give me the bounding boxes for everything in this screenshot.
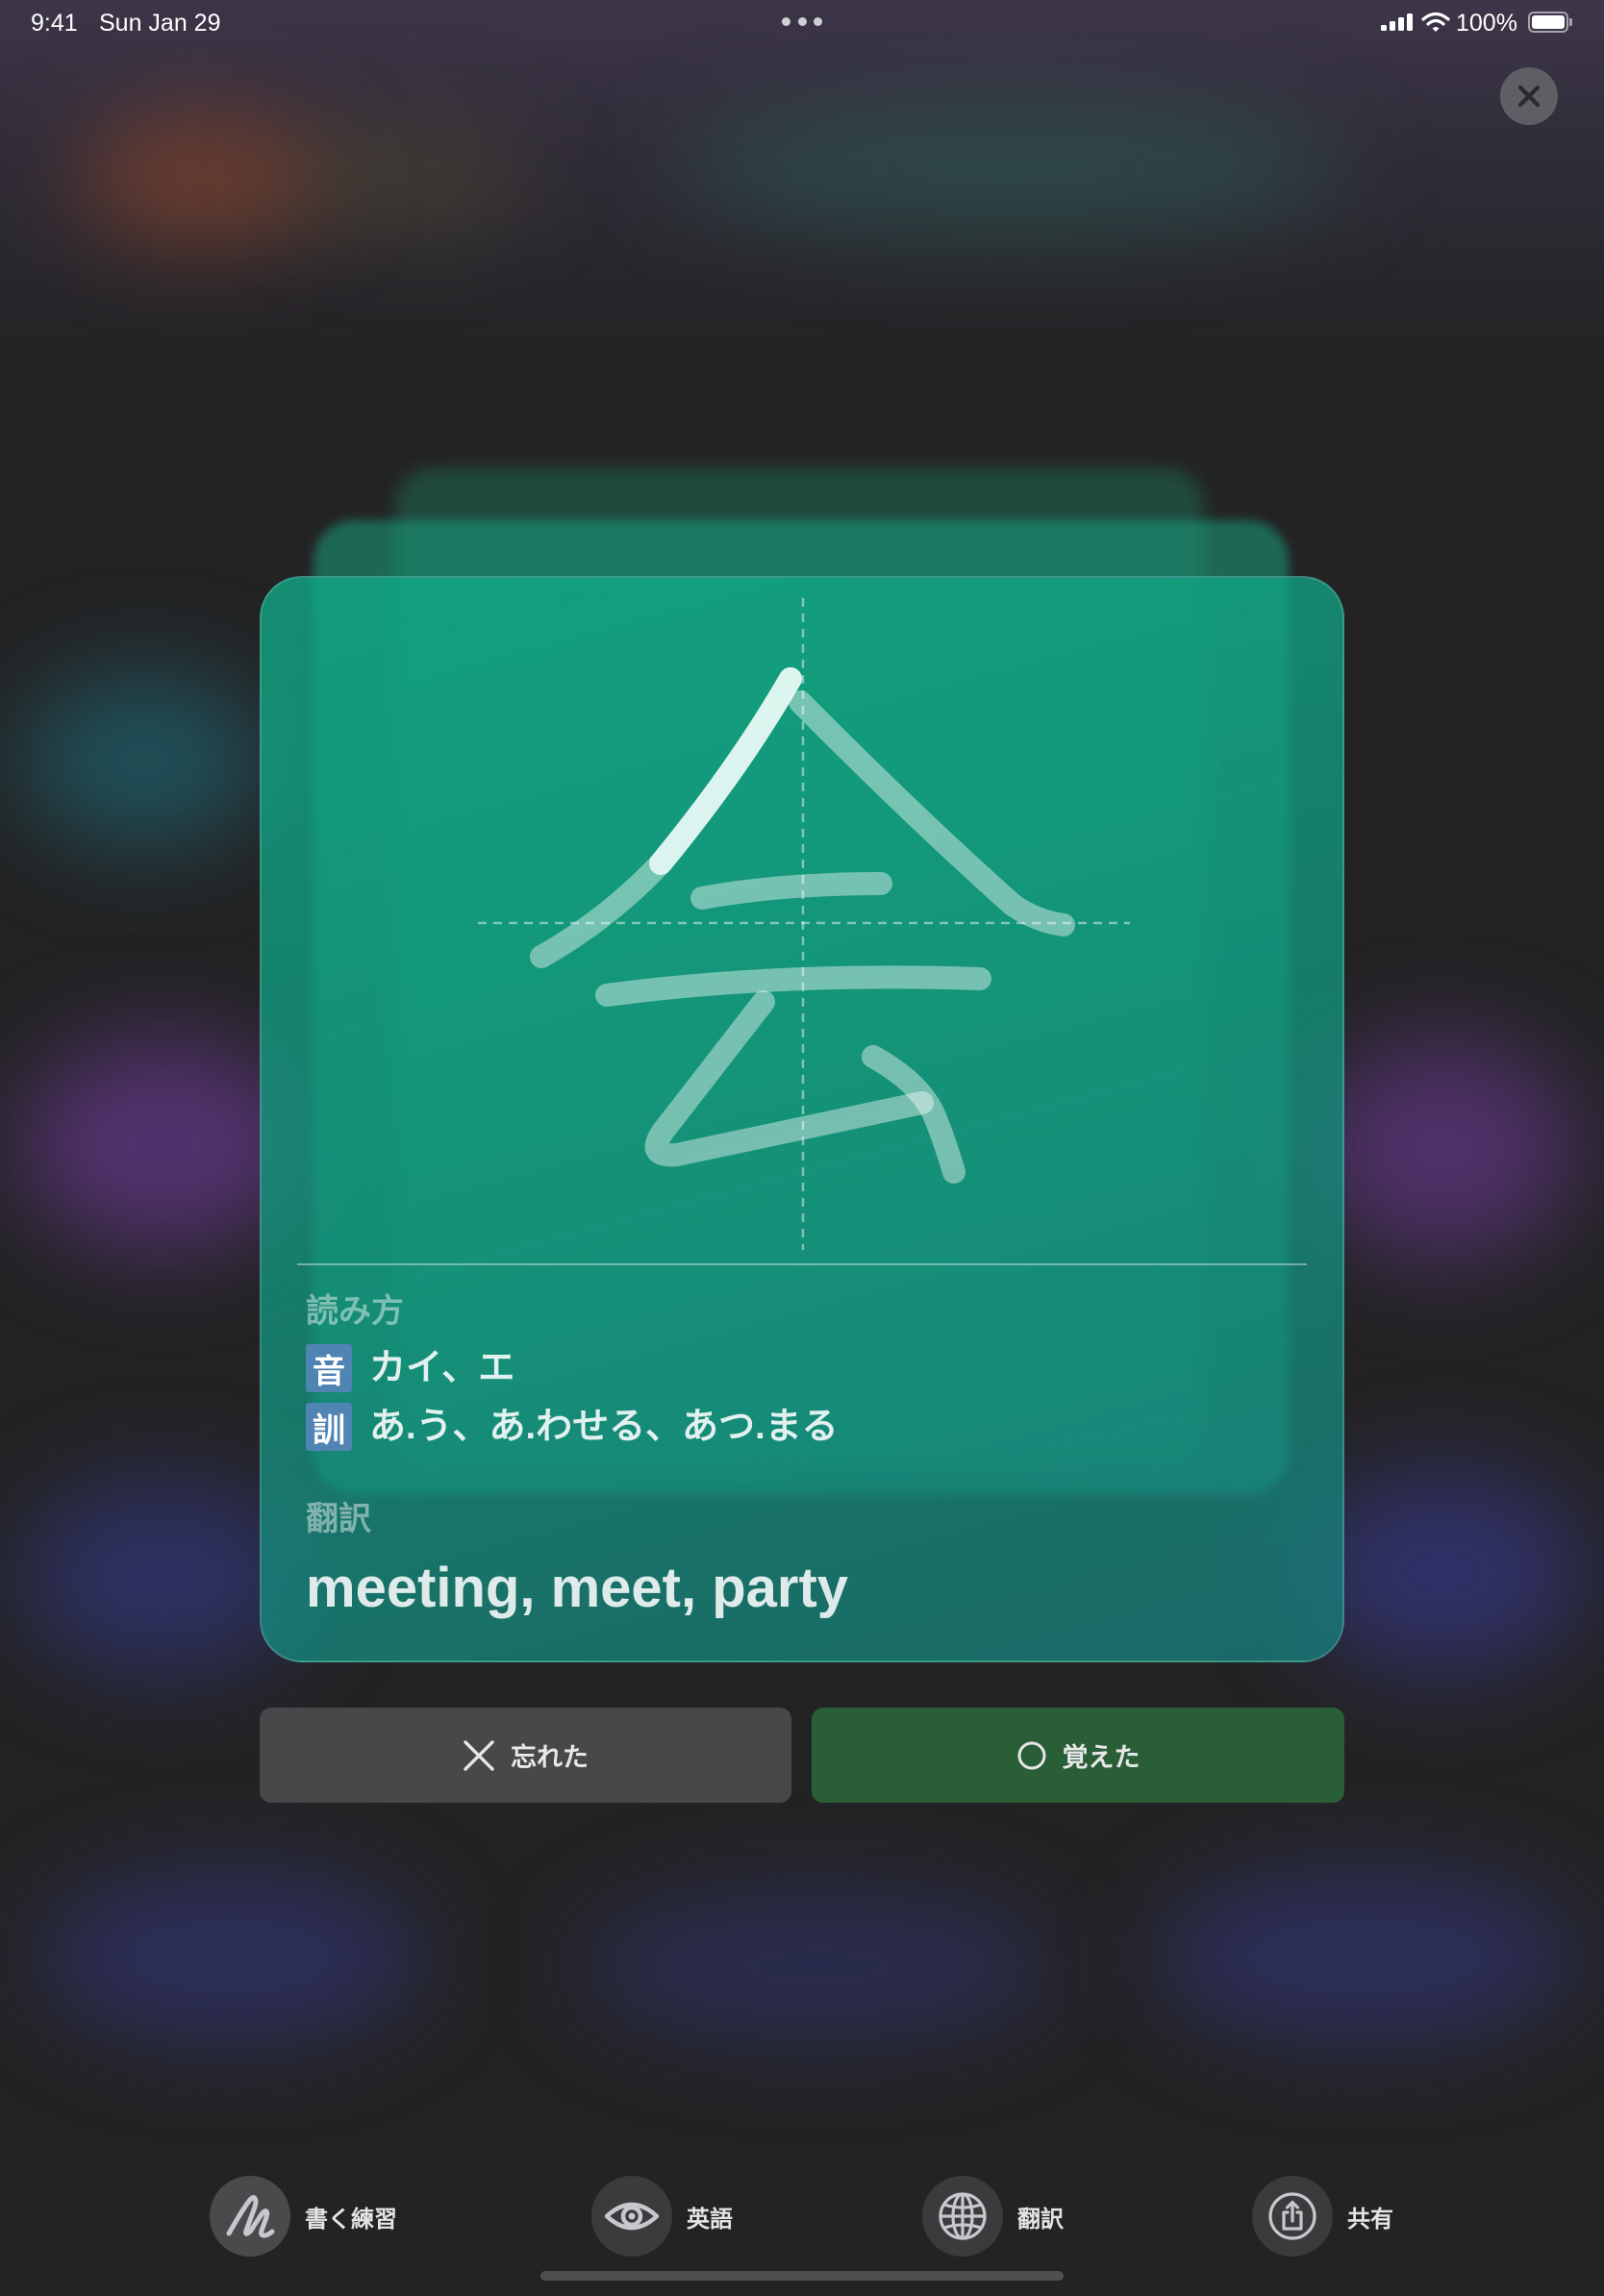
toolbar-icon-circle: [922, 2176, 1003, 2257]
status-date: Sun Jan 29: [99, 10, 221, 37]
forgot-button[interactable]: 忘れた: [260, 1708, 791, 1803]
cellular-signal-icon: [1381, 13, 1413, 31]
translation-text: meeting, meet, party: [306, 1557, 849, 1619]
toolbar-item-writing-practice[interactable]: 書く練習: [210, 2176, 397, 2257]
close-icon: [1517, 85, 1541, 108]
kanji-stroke-4: [595, 965, 991, 1007]
toolbar-label: 翻訳: [1017, 2206, 1064, 2233]
kanji-stroke-5: [644, 990, 934, 1167]
card-divider: [297, 1263, 1307, 1265]
background-blob: [577, 1894, 1058, 2038]
kun-reading: あ.う、あ.わせる、あつ.まる: [369, 1407, 839, 1447]
background-blob: [19, 673, 269, 846]
toolbar-label: 共有: [1347, 2206, 1393, 2233]
reading-label: 読み方: [306, 1293, 404, 1330]
circle-icon: [1017, 1741, 1045, 1769]
remembered-button[interactable]: 覚えた: [812, 1708, 1344, 1803]
toolbar-icon-circle: [1252, 2176, 1333, 2257]
kun-badge: 訓: [306, 1403, 352, 1451]
on-badge: 音: [306, 1344, 352, 1392]
background-blob: [38, 1875, 423, 2038]
status-bar: 9:41 Sun Jan 29 100%: [0, 0, 1604, 46]
battery-icon: [1528, 12, 1572, 33]
toolbar-label: 英語: [687, 2206, 733, 2233]
close-button[interactable]: [1500, 67, 1558, 125]
toolbar-icon-circle: [210, 2176, 290, 2257]
share-icon: [1268, 2192, 1316, 2240]
on-reading: カイ、エ: [369, 1348, 515, 1388]
status-time: 9:41: [31, 10, 78, 37]
x-icon: [464, 1739, 494, 1771]
battery-percent: 100%: [1456, 10, 1517, 37]
translation-label: 翻訳: [306, 1501, 371, 1537]
remembered-label: 覚えた: [1062, 1743, 1140, 1772]
background-blob: [673, 106, 1346, 231]
background-blob: [1154, 1875, 1577, 2038]
kanji-stroke-diagram: [478, 598, 1130, 1250]
toolbar-item-english[interactable]: 英語: [591, 2176, 733, 2257]
background-blob: [288, 125, 529, 231]
toolbar-label: 書く練習: [305, 2206, 397, 2233]
on-reading-row: 音 カイ、エ: [306, 1344, 514, 1392]
home-indicator[interactable]: [540, 2271, 1064, 2281]
flashcard[interactable]: 読み方 音 カイ、エ 訓 あ.う、あ.わせる、あつ.まる 翻訳 meeting,…: [260, 576, 1344, 1662]
toolbar-item-share[interactable]: 共有: [1252, 2176, 1393, 2257]
eye-icon: [604, 2202, 660, 2231]
wifi-icon: [1421, 12, 1450, 32]
kanji-stroke-3: [690, 872, 892, 910]
multitasking-dots-icon[interactable]: [782, 17, 822, 27]
kanji-stroke-highlight: [649, 667, 802, 875]
forgot-label: 忘れた: [511, 1743, 589, 1772]
background-blob: [1308, 1038, 1577, 1260]
globe-icon: [939, 2192, 987, 2240]
handwriting-icon: [226, 2195, 275, 2238]
toolbar-item-translate[interactable]: 翻訳: [922, 2176, 1064, 2257]
toolbar-icon-circle: [591, 2176, 672, 2257]
kun-reading-row: 訓 あ.う、あ.わせる、あつ.まる: [306, 1403, 839, 1451]
